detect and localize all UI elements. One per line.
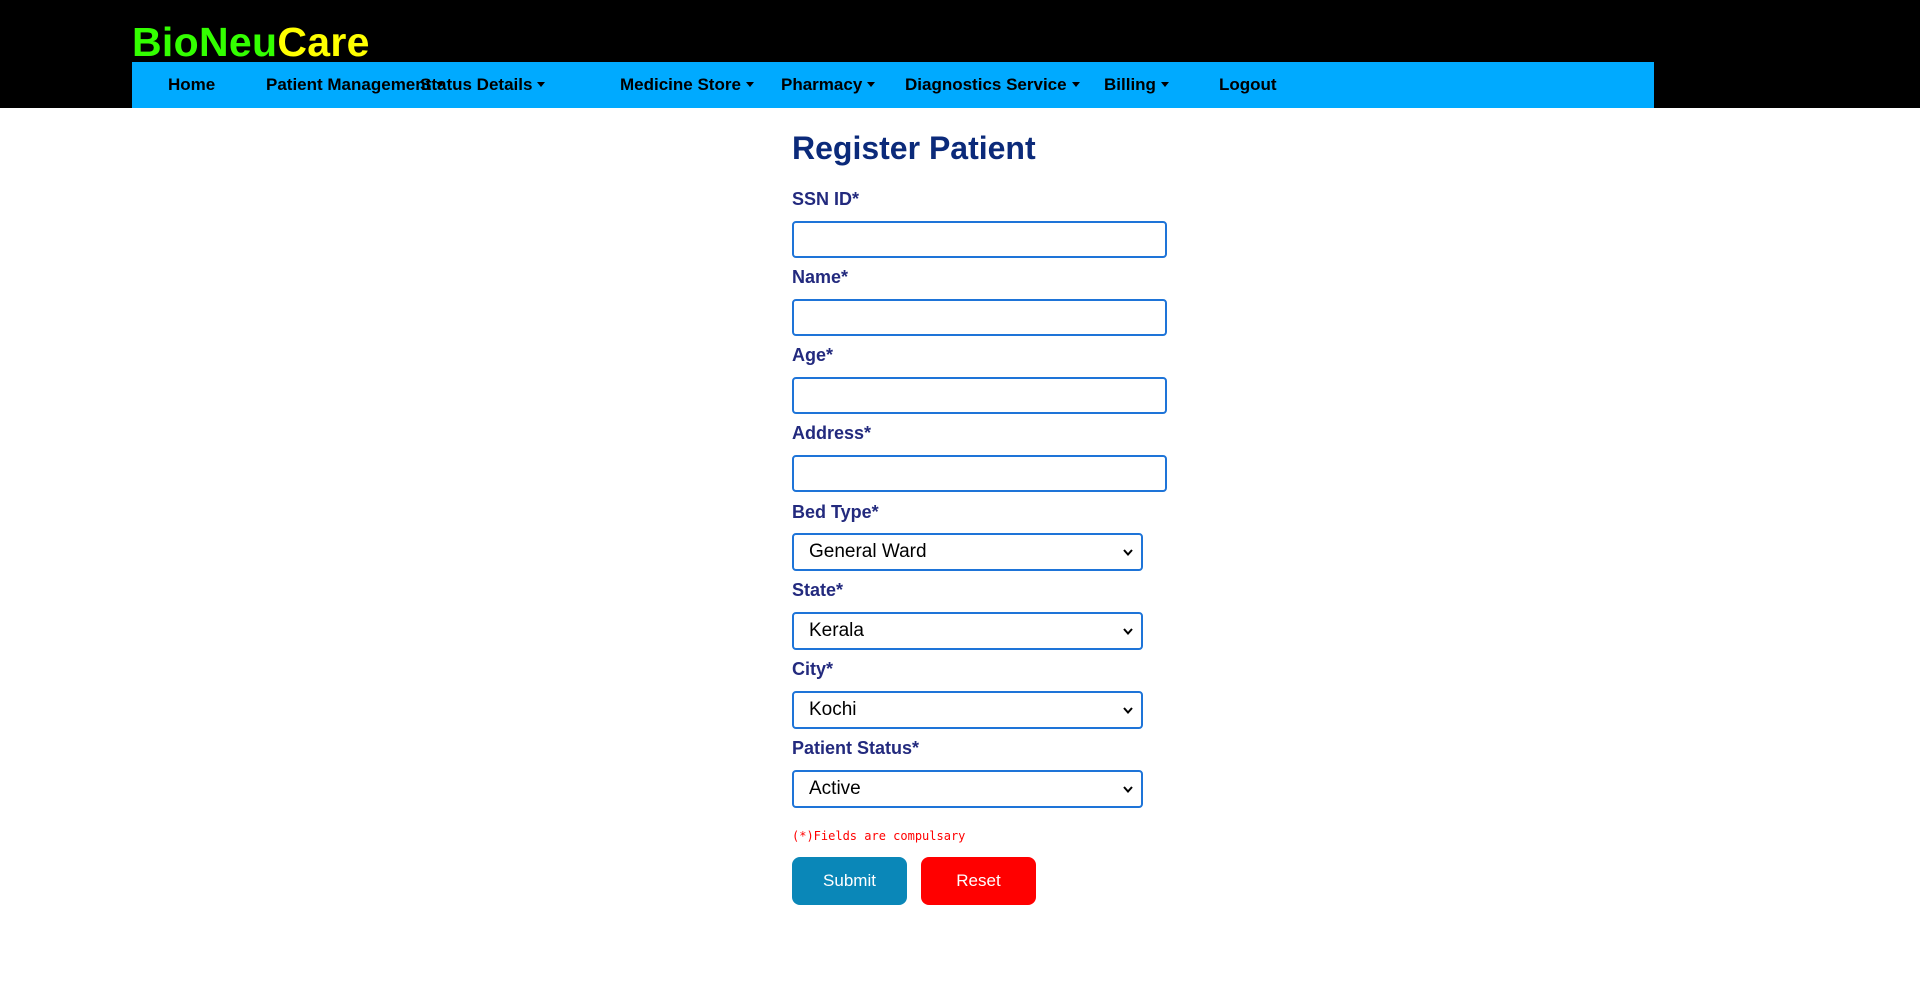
nav-logout-label: Logout (1219, 75, 1277, 94)
state-label: State* (792, 580, 844, 600)
age-input[interactable] (792, 377, 1167, 414)
nav-pharmacy-label: Pharmacy (781, 75, 863, 94)
caret-down-icon (1160, 82, 1169, 87)
name-label: Name* (792, 267, 849, 287)
address-label: Address* (792, 423, 872, 443)
nav-medicine-store[interactable]: Medicine Store (620, 62, 754, 108)
nav-diagnostics-service-label: Diagnostics Service (905, 75, 1067, 94)
state-select[interactable]: Kerala (792, 612, 1143, 650)
chevron-down-icon (1123, 628, 1133, 636)
chevron-down-icon (1123, 549, 1133, 557)
main-nav: Home Patient Management Status Details M… (132, 62, 1654, 108)
ssn-id-input[interactable] (792, 221, 1167, 258)
brand-logo[interactable]: BioNeuCare (132, 18, 370, 66)
age-label: Age* (792, 345, 834, 365)
ssn-id-label: SSN ID* (792, 189, 860, 209)
patient-status-label: Patient Status* (792, 738, 920, 758)
bed-type-select[interactable]: General Ward (792, 533, 1143, 571)
patient-status-selected-value: Active (809, 778, 861, 799)
bed-type-label: Bed Type* (792, 502, 879, 522)
bed-type-selected-value: General Ward (809, 541, 927, 562)
caret-down-icon (537, 82, 546, 87)
submit-button[interactable]: Submit (792, 857, 907, 905)
reset-button[interactable]: Reset (921, 857, 1036, 905)
brand-logo-part2: Care (277, 19, 370, 65)
nav-home[interactable]: Home (168, 62, 215, 108)
nav-patient-management-label: Patient Management (266, 75, 432, 94)
nav-logout[interactable]: Logout (1219, 62, 1277, 108)
address-input[interactable] (792, 455, 1167, 492)
caret-down-icon (745, 82, 754, 87)
city-select[interactable]: Kochi (792, 691, 1143, 729)
city-selected-value: Kochi (809, 699, 857, 720)
nav-status-details[interactable]: Status Details (420, 62, 546, 108)
nav-billing-label: Billing (1104, 75, 1156, 94)
chevron-down-icon (1123, 707, 1133, 715)
name-input[interactable] (792, 299, 1167, 336)
patient-status-select[interactable]: Active (792, 770, 1143, 808)
caret-down-icon (867, 82, 876, 87)
nav-home-label: Home (168, 75, 216, 94)
nav-status-details-label: Status Details (420, 75, 533, 94)
brand-logo-part1: BioNeu (132, 19, 278, 65)
city-label: City* (792, 659, 834, 679)
caret-down-icon (1071, 82, 1080, 87)
nav-pharmacy[interactable]: Pharmacy (781, 62, 876, 108)
nav-medicine-store-label: Medicine Store (620, 75, 741, 94)
required-fields-note: (*)Fields are compulsary (792, 829, 966, 843)
chevron-down-icon (1123, 786, 1133, 794)
page: BioNeuCare Home Patient Management Statu… (0, 0, 1920, 1005)
nav-billing[interactable]: Billing (1104, 62, 1169, 108)
nav-patient-management[interactable]: Patient Management (266, 62, 445, 108)
state-selected-value: Kerala (809, 620, 864, 641)
page-title: Register Patient (792, 130, 1036, 166)
nav-diagnostics-service[interactable]: Diagnostics Service (905, 62, 1080, 108)
